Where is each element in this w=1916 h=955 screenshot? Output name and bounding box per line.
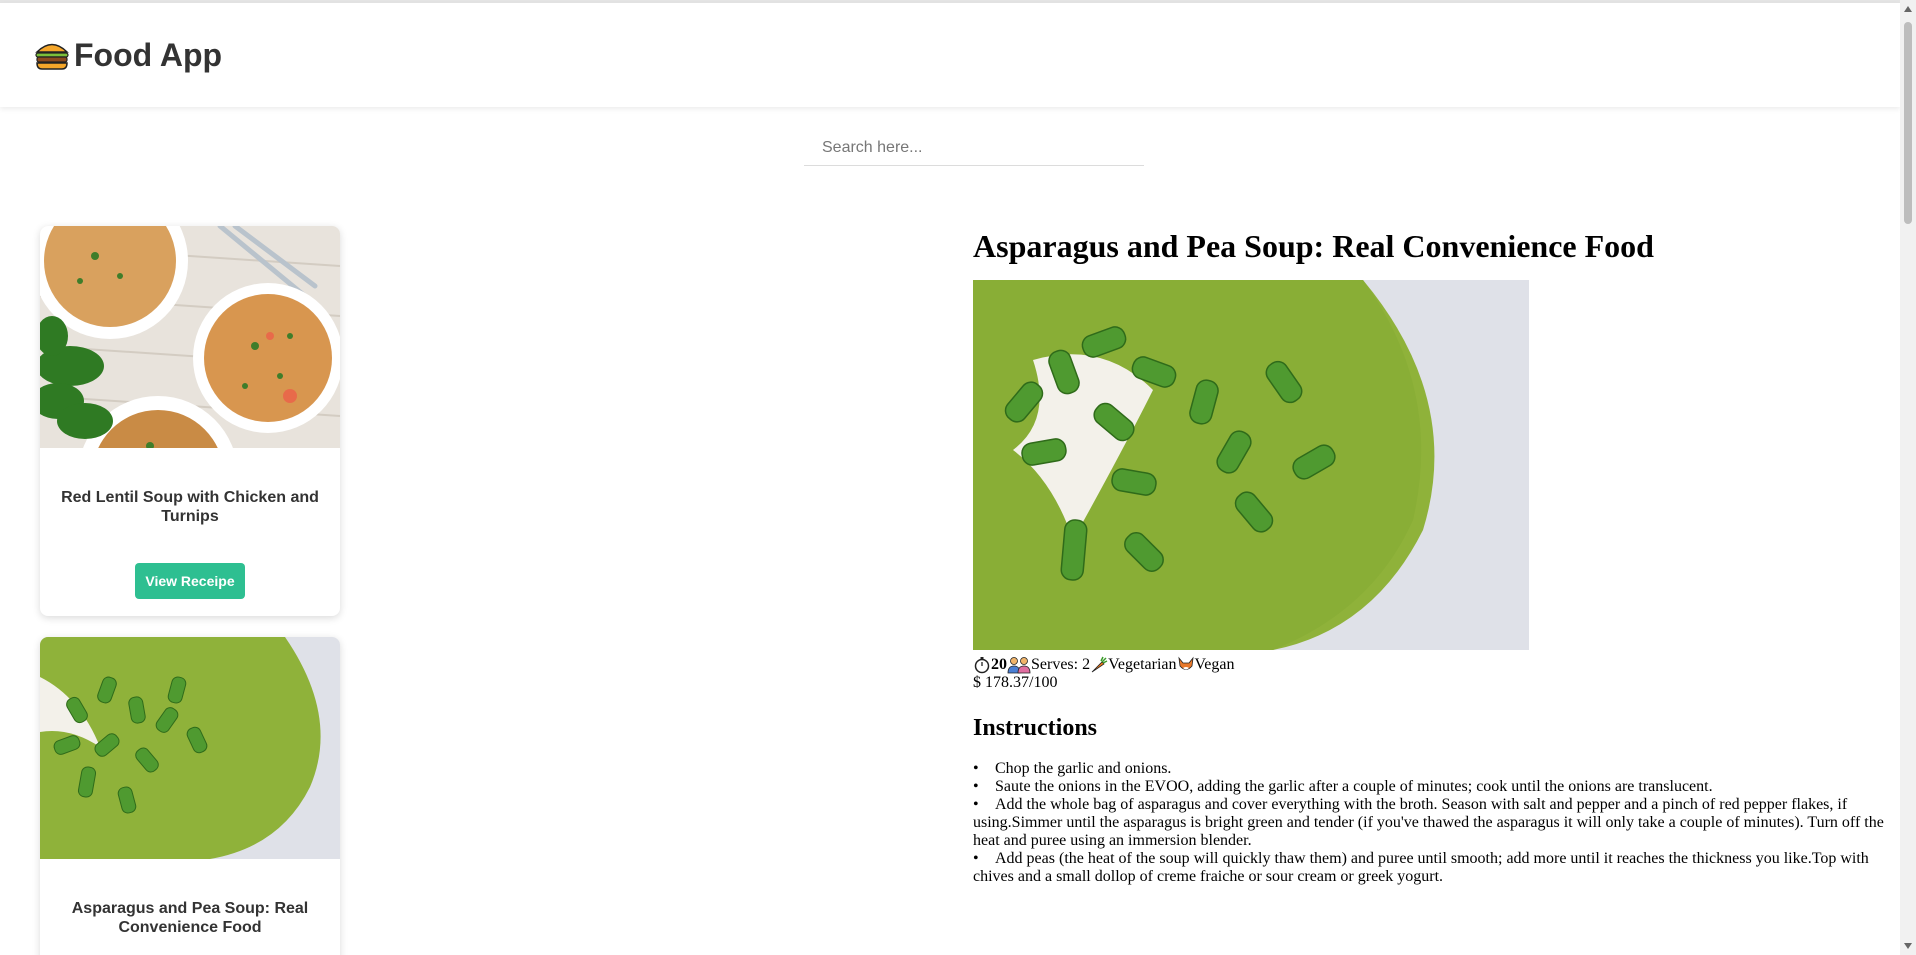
burger-icon xyxy=(35,43,69,70)
recipe-card-title: Asparagus and Pea Soup: Real Convenience… xyxy=(71,900,309,936)
recipe-image-main xyxy=(973,280,1529,650)
navbar: Food App xyxy=(0,3,1900,107)
ready-minutes: 20 xyxy=(991,656,1007,673)
scrollbar-thumb[interactable] xyxy=(1904,22,1912,224)
recipe-image-lentil-soup xyxy=(40,226,340,448)
recipe-title: Asparagus and Pea Soup: Real Convenience… xyxy=(973,228,1654,264)
serves-text: Serves: 2 xyxy=(1031,656,1091,673)
instruction-step: Chop the garlic and onions. xyxy=(973,760,1893,778)
search-box xyxy=(804,130,1144,166)
recipe-meta: 20 Serves: 2 Vegetarian Vegan xyxy=(973,656,1893,674)
recipe-detail: Asparagus and Pea Soup: Real Convenience… xyxy=(973,226,1893,886)
search-input[interactable] xyxy=(804,130,1144,165)
scrollbar[interactable] xyxy=(1900,0,1916,955)
carrot-icon xyxy=(1091,656,1108,673)
recipe-card: Asparagus and Pea Soup: Real Convenience… xyxy=(40,637,340,955)
diet-vegetarian: Vegetarian xyxy=(1108,656,1177,673)
recipe-image-asparagus-soup xyxy=(40,637,340,859)
instructions-heading: Instructions xyxy=(973,715,1098,741)
recipe-card: Red Lentil Soup with Chicken and Turnips… xyxy=(40,226,340,616)
view-recipe-button[interactable]: View Receipe xyxy=(135,563,245,599)
instruction-step: Saute the onions in the EVOO, adding the… xyxy=(973,778,1893,796)
app-title: Food App xyxy=(74,36,223,73)
scroll-up-arrow-icon[interactable] xyxy=(1904,6,1912,12)
scroll-down-arrow-icon[interactable] xyxy=(1904,943,1912,949)
diet-vegan: Vegan xyxy=(1194,656,1235,673)
price-per-serving: $ 178.37/100 xyxy=(973,674,1058,691)
people-icon xyxy=(1007,657,1031,674)
instructions-list: Chop the garlic and onions. Saute the on… xyxy=(973,760,1893,886)
instruction-step: Add peas (the heat of the soup will quic… xyxy=(973,850,1893,886)
recipe-card-title: Red Lentil Soup with Chicken and Turnips xyxy=(61,489,319,525)
instruction-step: Add the whole bag of asparagus and cover… xyxy=(973,796,1893,850)
stopwatch-icon xyxy=(974,657,990,674)
fox-icon xyxy=(1177,656,1194,670)
